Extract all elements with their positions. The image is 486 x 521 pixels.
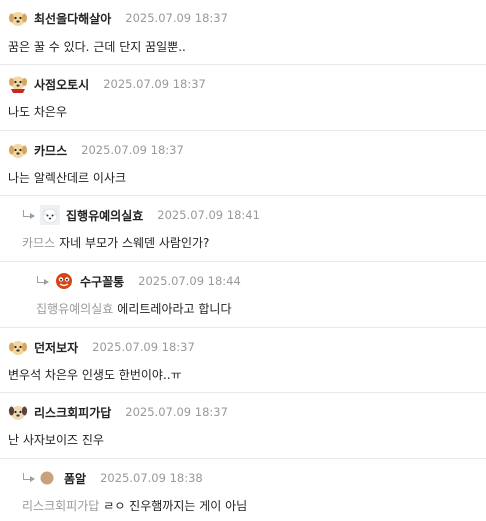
- comment-text: 난 사자보이즈 진우: [8, 433, 104, 447]
- reply-text: 자네 부모가 스웨덴 사람인가?: [59, 236, 210, 250]
- comment-date: 2025.07.09 18:37: [125, 405, 228, 419]
- comment-date: 2025.07.09 18:37: [92, 340, 195, 354]
- comment-nickname[interactable]: 폼알: [64, 470, 86, 487]
- comment-date: 2025.07.09 18:38: [100, 471, 203, 485]
- comment-nickname[interactable]: 리스크회피가답: [34, 404, 111, 421]
- comment-header: 사점오토시 2025.07.09 18:37: [8, 73, 206, 95]
- circle-avatar-icon[interactable]: [40, 471, 54, 485]
- comment-nickname[interactable]: 카므스: [34, 142, 67, 159]
- dog-avatar-icon[interactable]: [8, 8, 28, 28]
- comment-header: 최선을다해살아 2025.07.09 18:37: [8, 7, 228, 29]
- comment-text: 카므스 자네 부모가 스웨덴 사람인가?: [22, 234, 209, 251]
- reply-text: ㄹㅇ 진우햄까지는 게이 아님: [103, 499, 248, 513]
- red-mascot-avatar-icon[interactable]: [54, 271, 74, 291]
- comment-nickname[interactable]: 사점오토시: [34, 76, 89, 93]
- comment-text: 나는 알렉산데르 이사크: [8, 171, 127, 185]
- white-dog-avatar-icon[interactable]: [40, 205, 60, 225]
- comment-header: 수구꼴통 2025.07.09 18:44: [36, 270, 241, 292]
- comment-date: 2025.07.09 18:37: [103, 77, 206, 91]
- comment-text: 변우석 차은우 인생도 한번이야..ㅠ: [8, 368, 182, 382]
- comment-item: 카므스 2025.07.09 18:37 나는 알렉산데르 이사크: [0, 131, 486, 196]
- reply-text: 에리트레아라고 합니다: [117, 302, 232, 316]
- reply-item: 집행유예의실효 2025.07.09 18:41 카므스 자네 부모가 스웨덴 사…: [0, 196, 486, 262]
- comment-item: 리스크회피가답 2025.07.09 18:37 난 사자보이즈 진우: [0, 393, 486, 459]
- dog-avatar-icon[interactable]: [8, 140, 28, 160]
- reply-item: 폼알 2025.07.09 18:38 리스크회피가답 ㄹㅇ 진우햄까지는 게이 …: [0, 459, 486, 521]
- comment-date: 2025.07.09 18:41: [157, 208, 260, 222]
- mention-nickname[interactable]: 리스크회피가답: [22, 499, 99, 513]
- comment-date: 2025.07.09 18:37: [125, 11, 228, 25]
- comment-date: 2025.07.09 18:44: [138, 274, 241, 288]
- comment-header: 카므스 2025.07.09 18:37: [8, 139, 184, 161]
- reply-arrow-icon: [22, 473, 36, 483]
- comment-text: 나도 차은우: [8, 105, 68, 119]
- comment-header: 집행유예의실효 2025.07.09 18:41: [22, 204, 260, 226]
- comment-text: 꿈은 꿀 수 있다. 근데 단지 꿈일뿐..: [8, 40, 186, 54]
- dog-avatar-icon[interactable]: [8, 337, 28, 357]
- dark-dog-avatar-icon[interactable]: [8, 402, 28, 422]
- reply-arrow-icon: [22, 210, 36, 220]
- comment-text: 리스크회피가답 ㄹㅇ 진우햄까지는 게이 아님: [22, 497, 247, 514]
- comment-nickname[interactable]: 수구꼴통: [80, 273, 124, 290]
- mention-nickname[interactable]: 집행유예의실효: [36, 302, 113, 316]
- comment-nickname[interactable]: 집행유예의실효: [66, 207, 143, 224]
- dog-scarf-avatar-icon[interactable]: [8, 74, 28, 94]
- comment-item: 던저보자 2025.07.09 18:37 변우석 차은우 인생도 한번이야..…: [0, 328, 486, 393]
- reply-item: 수구꼴통 2025.07.09 18:44 집행유예의실효 에리트레아라고 합니다: [0, 262, 486, 328]
- comment-header: 폼알 2025.07.09 18:38: [22, 467, 203, 489]
- comment-header: 던저보자 2025.07.09 18:37: [8, 336, 195, 358]
- reply-arrow-icon: [36, 276, 50, 286]
- comment-nickname[interactable]: 던저보자: [34, 339, 78, 356]
- mention-nickname[interactable]: 카므스: [22, 236, 55, 250]
- comment-date: 2025.07.09 18:37: [81, 143, 184, 157]
- comment-item: 최선을다해살아 2025.07.09 18:37 꿈은 꿀 수 있다. 근데 단…: [0, 0, 486, 65]
- comment-text: 집행유예의실효 에리트레아라고 합니다: [36, 300, 232, 317]
- comment-header: 리스크회피가답 2025.07.09 18:37: [8, 401, 228, 423]
- comment-nickname[interactable]: 최선을다해살아: [34, 10, 111, 27]
- comment-item: 사점오토시 2025.07.09 18:37 나도 차은우: [0, 65, 486, 131]
- comment-list: 최선을다해살아 2025.07.09 18:37 꿈은 꿀 수 있다. 근데 단…: [0, 0, 486, 521]
